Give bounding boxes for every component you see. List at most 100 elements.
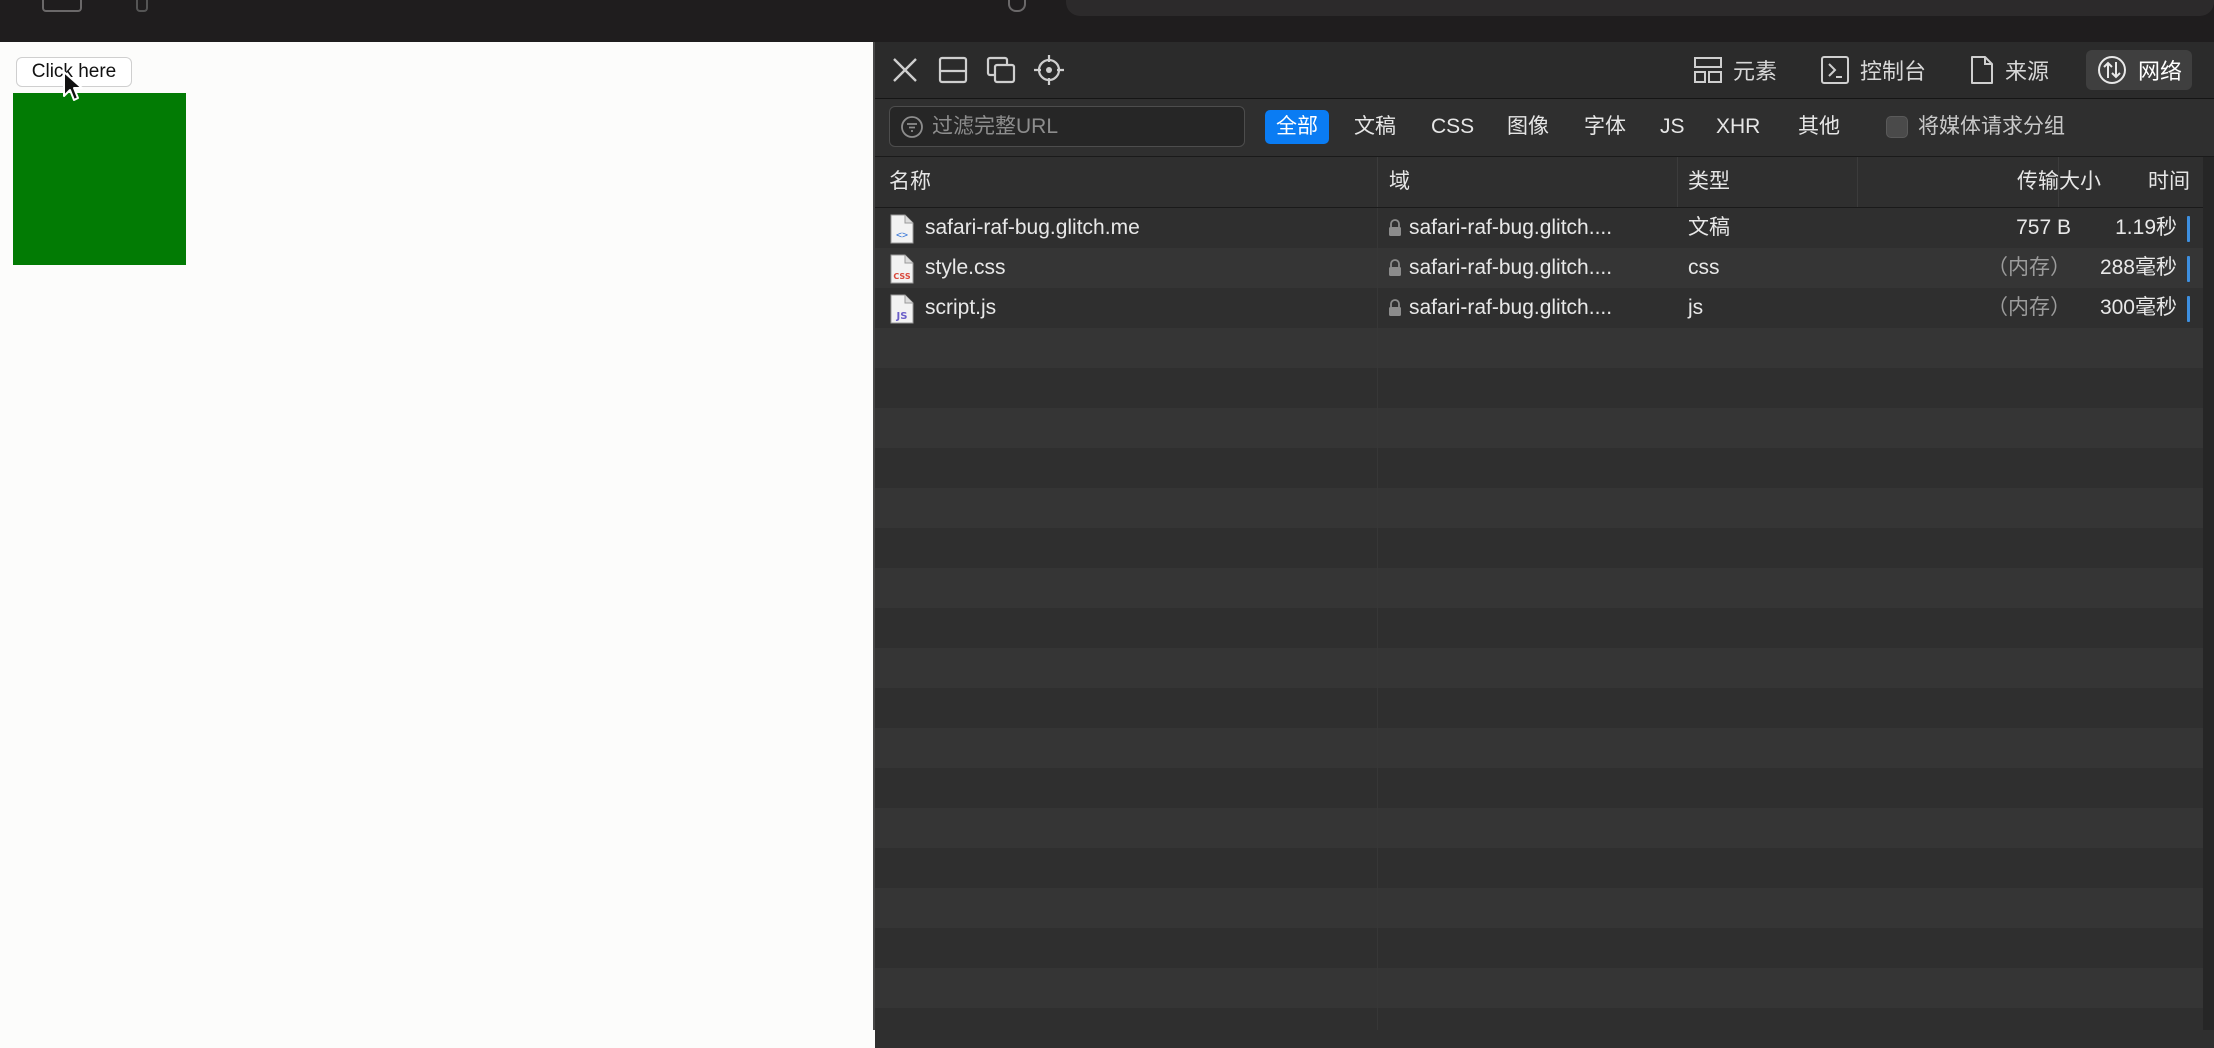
- filter-type-all[interactable]: 全部: [1265, 110, 1329, 144]
- filter-type-js[interactable]: JS: [1649, 110, 1696, 144]
- request-name: safari-raf-bug.glitch.me: [925, 216, 1140, 239]
- row-stripe: [875, 528, 2214, 568]
- privacy-shield-icon[interactable]: [1008, 0, 1026, 12]
- filter-type-css[interactable]: CSS: [1420, 110, 1485, 144]
- request-name: script.js: [925, 296, 997, 319]
- tab-sources[interactable]: 来源: [1959, 50, 2059, 90]
- column-divider[interactable]: [1677, 157, 1678, 207]
- tab-elements[interactable]: 元素: [1683, 50, 1787, 90]
- column-divider[interactable]: [2058, 157, 2059, 207]
- row-stripe: [875, 808, 2214, 848]
- tab-network-label: 网络: [2138, 59, 2183, 84]
- mouse-cursor-icon: [63, 71, 83, 101]
- scrollbar[interactable]: [2203, 157, 2214, 1030]
- column-divider[interactable]: [1377, 157, 1378, 207]
- row-stripe: [875, 888, 2214, 928]
- filter-type-fonts[interactable]: 字体: [1573, 110, 1637, 144]
- tab-sources-label: 来源: [2005, 59, 2050, 84]
- filter-type-documents[interactable]: 文稿: [1343, 110, 1407, 144]
- tab-network[interactable]: 网络: [2086, 50, 2193, 90]
- lock-icon: [1389, 219, 1401, 236]
- green-square: [13, 93, 186, 265]
- timeline-bar: [2187, 216, 2190, 242]
- lock-icon: [1389, 299, 1401, 316]
- request-time: 300毫秒: [2099, 296, 2177, 319]
- css-file-icon: CSS: [890, 254, 914, 284]
- column-header-type[interactable]: 类型: [1688, 157, 1730, 207]
- request-name: style.css: [925, 256, 1006, 279]
- column-header-name[interactable]: 名称: [889, 157, 931, 207]
- column-divider[interactable]: [1857, 157, 1858, 207]
- filter-type-other[interactable]: 其他: [1787, 110, 1851, 144]
- network-table-header: 名称 域 类型 传输大小 时间: [875, 157, 2214, 208]
- request-domain: safari-raf-bug.glitch....: [1409, 296, 1613, 319]
- filter-type-xhr[interactable]: XHR: [1705, 110, 1771, 144]
- dock-separate-window-icon[interactable]: [985, 54, 1017, 86]
- close-icon[interactable]: [889, 54, 921, 86]
- request-type: js: [1688, 296, 1704, 319]
- row-stripe: [875, 408, 2214, 448]
- request-type: 文稿: [1688, 216, 1730, 239]
- row-stripe: [875, 448, 2214, 488]
- request-domain: safari-raf-bug.glitch....: [1409, 216, 1613, 239]
- table-row[interactable]: CSS style.css safari-raf-bug.glitch.... …: [875, 248, 2214, 288]
- table-row[interactable]: JS script.js safari-raf-bug.glitch.... j…: [875, 288, 2214, 328]
- row-stripe: [875, 728, 2214, 768]
- svg-text:JS: JS: [896, 311, 908, 322]
- dock-bottom-icon[interactable]: [937, 54, 969, 86]
- network-table-body: <> safari-raf-bug.glitch.me safari-raf-b…: [875, 208, 2214, 1048]
- tab-console-label: 控制台: [1860, 59, 1927, 84]
- tab-elements-label: 元素: [1733, 59, 1778, 84]
- request-transfer-size: （内存）: [1987, 296, 2071, 319]
- svg-text:<>: <>: [896, 230, 908, 241]
- row-stripe: [875, 688, 2214, 728]
- column-header-time[interactable]: 时间: [2115, 157, 2190, 207]
- console-icon: [1821, 56, 1849, 84]
- browser-toolbar: [0, 0, 2214, 42]
- network-icon: [2098, 56, 2126, 84]
- back-icon[interactable]: [136, 0, 148, 12]
- request-domain: safari-raf-bug.glitch....: [1409, 256, 1613, 279]
- js-file-icon: JS: [890, 294, 914, 324]
- row-stripe: [875, 648, 2214, 688]
- row-stripe: [875, 848, 2214, 888]
- request-type: css: [1688, 256, 1720, 279]
- row-stripe: [875, 968, 2214, 1008]
- tab-console[interactable]: 控制台: [1810, 50, 1936, 90]
- row-stripe: [875, 568, 2214, 608]
- request-time: 288毫秒: [2099, 256, 2177, 279]
- inspector-toolbar: 元素 控制台 来源 网络: [875, 42, 2214, 99]
- network-filter-bar: 全部 文稿 CSS 图像 字体 JS XHR 其他 将媒体请求分组: [875, 99, 2214, 157]
- request-time: 1.19秒: [2115, 216, 2177, 239]
- group-media-label[interactable]: 将媒体请求分组: [1918, 110, 2065, 144]
- group-media-checkbox[interactable]: [1886, 116, 1908, 138]
- filter-type-images[interactable]: 图像: [1496, 110, 1560, 144]
- address-bar[interactable]: [1066, 0, 2214, 16]
- lock-icon: [1389, 259, 1401, 276]
- column-divider: [1377, 208, 1378, 1030]
- row-stripe: [875, 768, 2214, 808]
- sources-icon: [1971, 56, 1993, 84]
- table-row[interactable]: <> safari-raf-bug.glitch.me safari-raf-b…: [875, 208, 2214, 248]
- row-stripe: [875, 368, 2214, 408]
- inspect-element-icon[interactable]: [1033, 54, 1065, 86]
- column-header-domain[interactable]: 域: [1389, 157, 1410, 207]
- timeline-bar: [2187, 256, 2190, 282]
- svg-text:CSS: CSS: [893, 272, 910, 281]
- request-transfer-size: 757 B: [2016, 216, 2071, 239]
- row-stripe: [875, 1008, 2214, 1048]
- elements-icon: [1694, 57, 1722, 83]
- sidebar-icon[interactable]: [42, 0, 82, 12]
- row-stripe: [875, 488, 2214, 528]
- request-transfer-size: （内存）: [1987, 256, 2071, 279]
- filter-url-input[interactable]: [932, 107, 1232, 146]
- filter-icon: [901, 116, 923, 138]
- column-header-transfer-size[interactable]: 传输大小: [1951, 157, 2101, 207]
- row-stripe: [875, 608, 2214, 648]
- timeline-bar: [2187, 296, 2190, 322]
- filter-url-field[interactable]: [889, 106, 1245, 147]
- row-stripe: [875, 328, 2214, 368]
- row-stripe: [875, 928, 2214, 968]
- web-inspector: 元素 控制台 来源 网络 过滤完整URL 全部 文稿 CSS 图像 字体 JS …: [873, 42, 2214, 1048]
- document-file-icon: <>: [890, 214, 914, 244]
